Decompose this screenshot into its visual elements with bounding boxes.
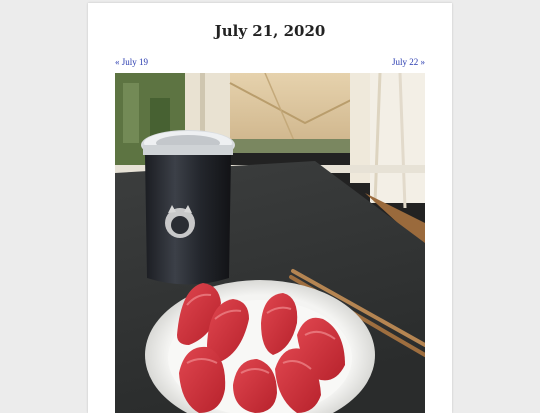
post-photo bbox=[115, 73, 425, 413]
post-title: July 21, 2020 bbox=[214, 22, 326, 40]
post-card: July 21, 2020 « July 19 July 22 » bbox=[88, 3, 452, 413]
prev-post-link[interactable]: « July 19 bbox=[115, 57, 148, 67]
next-post-link[interactable]: July 22 » bbox=[392, 57, 425, 67]
